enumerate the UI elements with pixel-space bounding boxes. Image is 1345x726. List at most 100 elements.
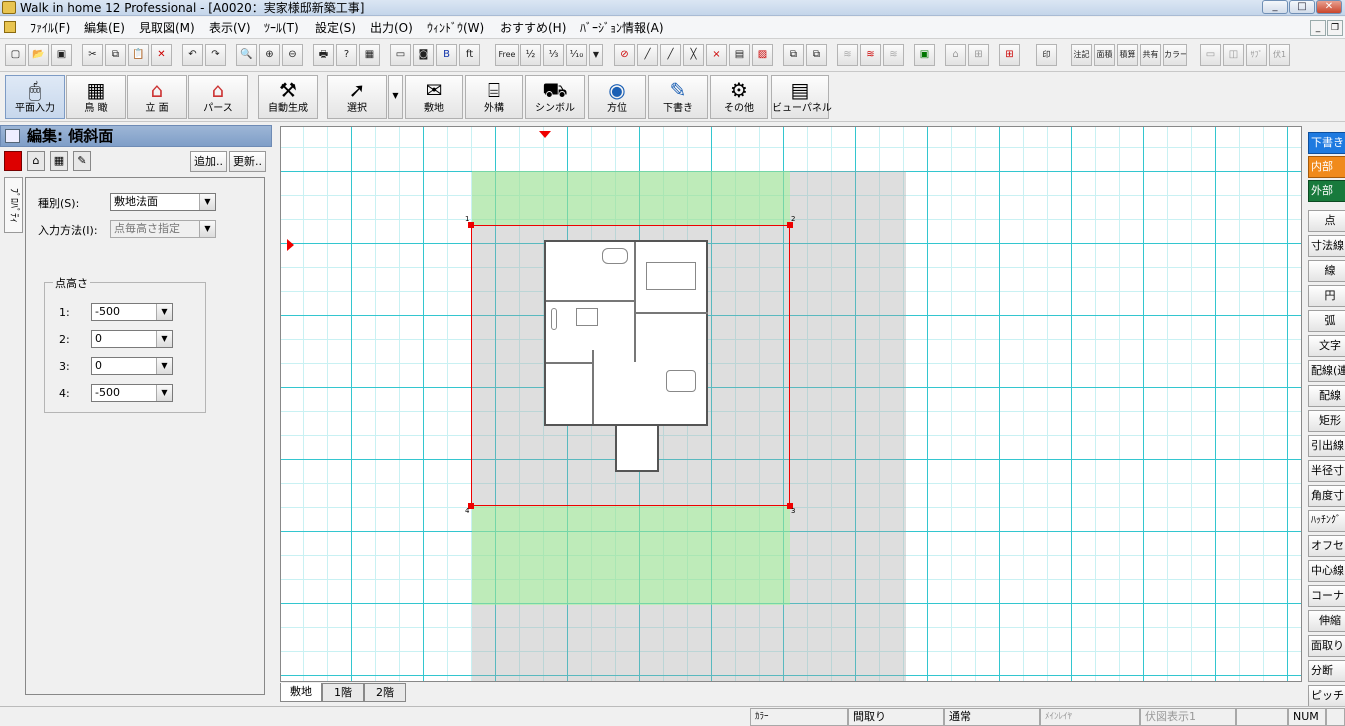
edit-sheet-icon[interactable]: ✎	[73, 151, 91, 171]
radius-dim-button[interactable]: 半径寸	[1308, 460, 1345, 482]
area-button[interactable]: 面積	[1094, 44, 1115, 66]
menu-settings[interactable]: 設定(S)	[315, 17, 356, 39]
exterior-button[interactable]: ⌸ 外構	[465, 75, 523, 119]
print-list-button[interactable]: 印	[1036, 44, 1057, 66]
structure-icon[interactable]: ⊞	[968, 44, 989, 66]
menu-tools[interactable]: ﾂｰﾙ(T)	[264, 17, 299, 39]
leader-tool-button[interactable]: 引出線	[1308, 435, 1345, 457]
layer-gray-icon[interactable]: ≋	[883, 44, 904, 66]
zoom-icon[interactable]: 🔍	[236, 44, 257, 66]
birdseye-button[interactable]: ▦ 鳥 瞰	[66, 75, 126, 119]
color-button[interactable]: カラー	[1163, 44, 1187, 66]
tab-property[interactable]: ﾌﾟﾛﾊﾟﾃｨ	[4, 177, 23, 233]
circle-tool-button[interactable]: 円	[1308, 285, 1345, 307]
tab-floor-1[interactable]: 1階	[322, 683, 364, 702]
volume-button[interactable]: 積算	[1117, 44, 1138, 66]
drawing-canvas[interactable]: 1 2 3 4	[280, 126, 1302, 682]
offset-button[interactable]: オフセット	[1308, 535, 1345, 557]
interior-button[interactable]: 内部	[1308, 156, 1345, 178]
calendar-icon[interactable]: ▦	[359, 44, 380, 66]
free-scale-button[interactable]: Free	[495, 44, 519, 66]
view-panel-button[interactable]: ▤ ビューパネル	[771, 75, 832, 119]
chamfer-button[interactable]: 面取り	[1308, 635, 1345, 657]
hatching-button[interactable]: ﾊｯﾁﾝｸﾞ	[1308, 510, 1345, 532]
minimize-button[interactable]: _	[1262, 0, 1288, 14]
point-1-height[interactable]: -500 ▼	[91, 303, 173, 321]
direction-button[interactable]: ◉ 方位	[588, 75, 646, 119]
menu-view[interactable]: 表示(V)	[209, 17, 251, 39]
select-button[interactable]: ➚ 選択	[327, 75, 387, 119]
angle-dim-button[interactable]: 角度寸	[1308, 485, 1345, 507]
split-icon[interactable]: ◫	[1223, 44, 1244, 66]
text-tool-button[interactable]: 文字	[1308, 335, 1345, 357]
third-scale-button[interactable]: ⅓	[543, 44, 564, 66]
auto-generate-button[interactable]: ⚒ 自動生成	[258, 75, 318, 119]
stamp-icon[interactable]: ◙	[413, 44, 434, 66]
dim-icon[interactable]: ▭	[1200, 44, 1221, 66]
maximize-button[interactable]: □	[1289, 0, 1315, 14]
menu-edit[interactable]: 編集(E)	[84, 17, 125, 39]
site-button[interactable]: ✉ 敷地	[405, 75, 463, 119]
sub2-button[interactable]: 伏1	[1269, 44, 1290, 66]
print-icon[interactable]: 🖶	[313, 44, 334, 66]
b-icon[interactable]: B	[436, 44, 457, 66]
layer-icon[interactable]: ≋	[837, 44, 858, 66]
menu-recommend[interactable]: おすすめ(H)	[500, 17, 566, 39]
cut-icon[interactable]: ✂	[82, 44, 103, 66]
note-button[interactable]: 注記	[1071, 44, 1092, 66]
house-icon[interactable]: ⌂	[27, 151, 45, 171]
window-overlap2-icon[interactable]: ⧉	[806, 44, 827, 66]
paste-icon[interactable]: 📋	[128, 44, 149, 66]
window-overlap-icon[interactable]: ⧉	[783, 44, 804, 66]
point-tool-button[interactable]: 点	[1308, 210, 1345, 232]
package-icon[interactable]: ▭	[390, 44, 411, 66]
center-line-button[interactable]: 中心線	[1308, 560, 1345, 582]
half-scale-button[interactable]: ½	[520, 44, 541, 66]
mdi-restore-button[interactable]: ❐	[1327, 20, 1343, 36]
zoom-in-icon[interactable]: ⊕	[259, 44, 280, 66]
point-4-height[interactable]: -500 ▼	[91, 384, 173, 402]
copy-icon[interactable]: ⧉	[105, 44, 126, 66]
layer-red-icon[interactable]: ≋	[860, 44, 881, 66]
draft-button[interactable]: ✎ 下書き	[648, 75, 708, 119]
point-2-height[interactable]: 0 ▼	[91, 330, 173, 348]
cross-red-icon[interactable]: ×	[706, 44, 727, 66]
tenth-scale-button[interactable]: ⅒	[566, 44, 587, 66]
floor-plan[interactable]	[544, 240, 708, 426]
color-icon[interactable]	[4, 151, 22, 171]
doc-icon[interactable]	[4, 21, 16, 33]
wiring-chain-button[interactable]: 配線(連	[1308, 360, 1345, 382]
sub-button[interactable]: ｻﾌﾞ	[1246, 44, 1267, 66]
menu-file[interactable]: ﾌｧｲﾙ(F)	[30, 17, 70, 39]
stretch-button[interactable]: 伸縮	[1308, 610, 1345, 632]
hatch-red-icon[interactable]: ▨	[752, 44, 773, 66]
symbol-button[interactable]: ⛟ シンボル	[525, 75, 585, 119]
tab-site[interactable]: 敷地	[280, 683, 322, 702]
update-button[interactable]: 更新..	[229, 151, 266, 172]
menu-version[interactable]: ﾊﾞｰｼﾞｮﾝ情報(A)	[580, 17, 664, 39]
dimension-tool-button[interactable]: 寸法線	[1308, 235, 1345, 257]
draft-mode-button[interactable]: 下書き	[1308, 132, 1345, 154]
grid-target-icon[interactable]: ⊞	[999, 44, 1020, 66]
line-diagonal-icon[interactable]: ╱	[637, 44, 658, 66]
undo-icon[interactable]: ↶	[182, 44, 203, 66]
table-icon[interactable]: ▦	[50, 151, 68, 171]
menu-window[interactable]: ｳｨﾝﾄﾞｳ(W)	[427, 17, 484, 39]
line-tool-button[interactable]: 線	[1308, 260, 1345, 282]
shared-button[interactable]: 共有	[1140, 44, 1161, 66]
scale-dropdown-icon[interactable]: ▼	[589, 44, 603, 66]
zoom-out-icon[interactable]: ⊖	[282, 44, 303, 66]
point-3-height[interactable]: 0 ▼	[91, 357, 173, 375]
save-icon[interactable]: ▣	[51, 44, 72, 66]
hatch-icon[interactable]: ▤	[729, 44, 750, 66]
add-button[interactable]: 追加..	[190, 151, 227, 172]
rectangle-tool-button[interactable]: 矩形	[1308, 410, 1345, 432]
delete-icon[interactable]: ✕	[151, 44, 172, 66]
new-file-icon[interactable]: ▢	[5, 44, 26, 66]
building-icon[interactable]: ⌂	[945, 44, 966, 66]
perspective-button[interactable]: ⌂ パース	[188, 75, 248, 119]
tab-floor-2[interactable]: 2階	[364, 683, 406, 702]
split-button[interactable]: 分断	[1308, 660, 1345, 682]
cross-line-icon[interactable]: ╳	[683, 44, 704, 66]
ft-icon[interactable]: ft	[459, 44, 480, 66]
